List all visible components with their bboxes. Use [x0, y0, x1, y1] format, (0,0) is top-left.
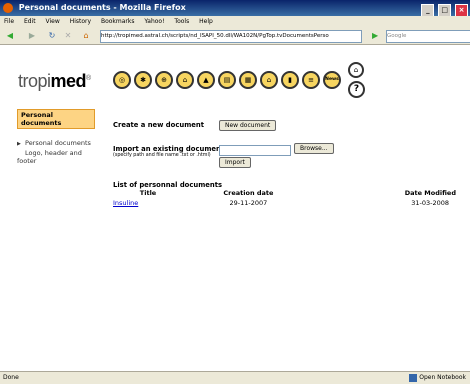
- notebook-icon: [409, 373, 418, 382]
- modified-date-cell: 31-03-2008: [411, 199, 449, 207]
- list-icon[interactable]: ≡: [302, 71, 320, 89]
- status-bar: Done Open Notebook: [0, 371, 470, 384]
- bottle-icon[interactable]: ▮: [281, 71, 299, 89]
- table-row: Insuline 29-11-2007 31-03-2008: [113, 197, 461, 207]
- menu-tools[interactable]: Tools: [174, 18, 189, 25]
- search-input[interactable]: Google: [386, 30, 470, 43]
- stop-icon[interactable]: ✕: [62, 30, 74, 42]
- document-icon[interactable]: ▤: [218, 71, 236, 89]
- reload-icon[interactable]: ↻: [46, 30, 58, 42]
- pills-icon[interactable]: ◎: [113, 71, 131, 89]
- menu-history[interactable]: History: [70, 18, 91, 25]
- open-notebook-button[interactable]: Open Notebook: [409, 372, 466, 384]
- window-titlebar: Personal documents - Mozilla Firefox _ □…: [0, 0, 470, 17]
- documents-table: Title Creation date Date Modified Insuli…: [113, 189, 461, 207]
- new-document-button[interactable]: New document: [219, 120, 277, 131]
- menu-bar: File Edit View History Bookmarks Yahoo! …: [0, 16, 470, 27]
- menu-file[interactable]: File: [4, 18, 14, 25]
- mountain-icon[interactable]: ▲: [197, 71, 215, 89]
- forward-icon[interactable]: ▶: [26, 30, 38, 42]
- home-icon[interactable]: ⌂: [80, 30, 92, 42]
- menu-edit[interactable]: Edit: [24, 18, 36, 25]
- house-icon[interactable]: ⌂: [260, 71, 278, 89]
- menu-help[interactable]: Help: [199, 18, 213, 25]
- sidebar-item-logo-header-footer[interactable]: Logo, header and footer: [17, 149, 95, 165]
- help-icon[interactable]: ?: [348, 81, 365, 98]
- document-link[interactable]: Insuline: [113, 199, 138, 207]
- triangle-icon: ▶: [17, 141, 21, 147]
- column-creation-date: Creation date: [223, 189, 274, 197]
- column-date-modified: Date Modified: [404, 189, 456, 197]
- syringe-icon[interactable]: ⊕: [155, 71, 173, 89]
- go-icon[interactable]: ▶: [372, 30, 382, 41]
- menu-bookmarks[interactable]: Bookmarks: [101, 18, 135, 25]
- browse-button[interactable]: Browse...: [294, 143, 334, 154]
- sidebar-section-title: Personal documents: [17, 109, 95, 129]
- hospital-icon[interactable]: ⌂: [176, 71, 194, 89]
- status-text: Done: [3, 374, 19, 381]
- window-title: Personal documents - Mozilla Firefox: [18, 3, 186, 12]
- firefox-icon: [3, 3, 13, 13]
- news-icon[interactable]: News: [323, 71, 341, 89]
- sidebar: Personal documents ▶ Personal documents L…: [17, 109, 95, 165]
- create-document-label: Create a new document: [113, 121, 204, 129]
- menu-yahoo[interactable]: Yahoo!: [144, 18, 164, 25]
- import-button[interactable]: Import: [219, 157, 251, 168]
- mosquito-icon[interactable]: ✱: [134, 71, 152, 89]
- back-icon[interactable]: ◀: [4, 30, 16, 42]
- creation-date-cell: 29-11-2007: [229, 199, 268, 207]
- address-bar[interactable]: http://tropimed.astral.ch/scripts/nd_ISA…: [100, 30, 362, 43]
- file-path-input[interactable]: [219, 145, 291, 156]
- menu-view[interactable]: View: [46, 18, 60, 25]
- list-title: List of personnal documents: [113, 181, 223, 189]
- page-content: tropimed® ◎ ✱ ⊕ ⌂ ▲ ▤ ▦ ⌂ ▮ ≡ News ⌂ ? P…: [0, 45, 470, 371]
- main-panel: Create a new document New document Impor…: [113, 120, 463, 207]
- tropimed-logo: tropimed®: [18, 71, 91, 91]
- home-page-icon[interactable]: ⌂: [348, 62, 364, 78]
- navigation-toolbar: ◀ ▶ ↻ ✕ ⌂ http://tropimed.astral.ch/scri…: [0, 27, 470, 45]
- column-title: Title: [139, 189, 157, 197]
- sidebar-item-personal-documents[interactable]: ▶ Personal documents: [17, 139, 95, 147]
- map-icon[interactable]: ▦: [239, 71, 257, 89]
